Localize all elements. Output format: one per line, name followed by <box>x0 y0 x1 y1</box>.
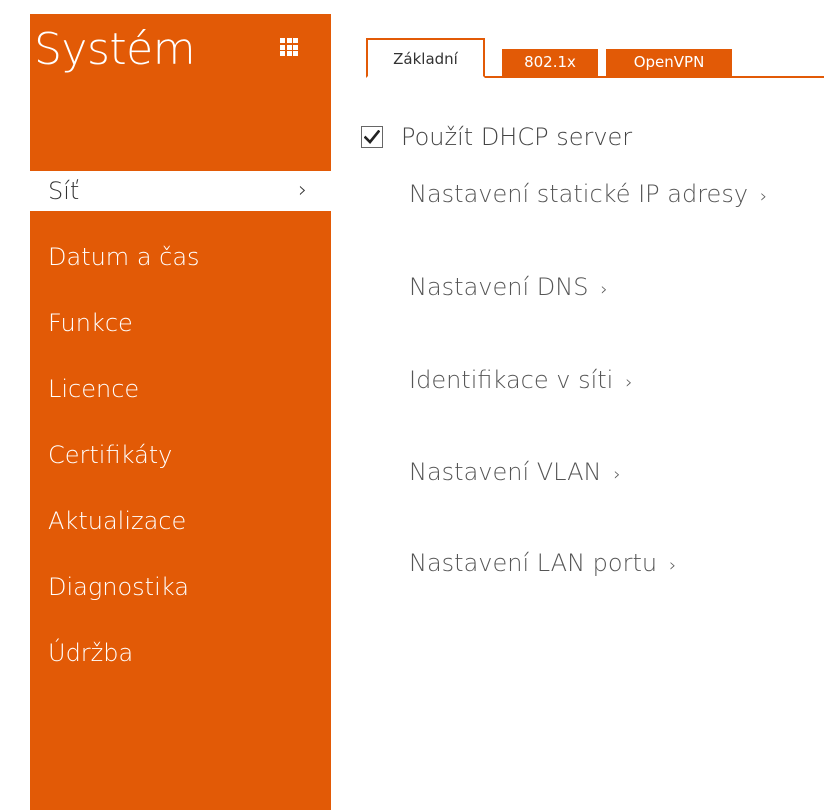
sidebar-item-label: Certifikáty <box>48 441 173 469</box>
sidebar-item-certifikaty[interactable]: Certifikáty <box>30 435 331 501</box>
tab-openvpn[interactable]: OpenVPN <box>606 49 732 76</box>
chevron-right-icon: › <box>669 555 677 576</box>
tab-802-1x[interactable]: 802.1x <box>502 49 598 76</box>
link-label: Identifikace v síti <box>409 366 614 394</box>
sidebar-item-sit[interactable]: Síť › <box>30 171 331 211</box>
link-label: Nastavení statické IP adresy <box>409 180 749 208</box>
static-ip-link[interactable]: Nastavení statické IP adresy › <box>409 180 767 208</box>
chevron-right-icon: › <box>613 464 621 485</box>
sidebar-item-diagnostika[interactable]: Diagnostika <box>30 567 331 633</box>
sidebar-item-udrzba[interactable]: Údržba <box>30 633 331 699</box>
network-identification-link[interactable]: Identifikace v síti › <box>409 366 633 394</box>
sidebar-item-aktualizace[interactable]: Aktualizace <box>30 501 331 567</box>
sidebar-nav: Síť › Datum a čas Funkce Licence Certifi… <box>30 171 331 699</box>
vlan-link[interactable]: Nastavení VLAN › <box>409 458 621 486</box>
sidebar-item-label: Údržba <box>48 639 134 667</box>
chevron-right-icon: › <box>625 372 633 393</box>
grid-icon[interactable] <box>280 38 298 56</box>
sidebar-item-label: Licence <box>48 375 140 403</box>
dhcp-label: Použít DHCP server <box>401 123 633 151</box>
chevron-right-icon: › <box>760 186 768 207</box>
dhcp-row: Použít DHCP server <box>361 120 632 154</box>
dhcp-checkbox[interactable] <box>361 126 383 148</box>
check-icon <box>364 130 380 144</box>
link-label: Nastavení LAN portu <box>409 549 658 577</box>
sidebar-item-label: Síť <box>48 177 80 205</box>
sidebar-title: Systém <box>34 24 196 75</box>
page: Systém Síť › Datum a čas Funkce Licence … <box>0 0 824 810</box>
chevron-right-icon: › <box>600 279 608 300</box>
sidebar-item-label: Funkce <box>48 309 133 337</box>
sidebar-item-label: Diagnostika <box>48 573 189 601</box>
tab-bar: Základní 802.1x OpenVPN <box>366 38 824 78</box>
sidebar-item-licence[interactable]: Licence <box>30 369 331 435</box>
dns-link[interactable]: Nastavení DNS › <box>409 273 608 301</box>
sidebar-item-datum-a-cas[interactable]: Datum a čas <box>30 237 331 303</box>
sidebar-item-label: Aktualizace <box>48 507 187 535</box>
lan-port-link[interactable]: Nastavení LAN portu › <box>409 549 676 577</box>
sidebar: Systém Síť › Datum a čas Funkce Licence … <box>30 14 331 810</box>
sidebar-item-label: Datum a čas <box>48 243 200 271</box>
sidebar-item-funkce[interactable]: Funkce <box>30 303 331 369</box>
link-label: Nastavení DNS <box>409 273 589 301</box>
link-label: Nastavení VLAN <box>409 458 602 486</box>
chevron-right-icon: › <box>298 178 307 203</box>
tab-zakladni[interactable]: Základní <box>366 38 485 78</box>
